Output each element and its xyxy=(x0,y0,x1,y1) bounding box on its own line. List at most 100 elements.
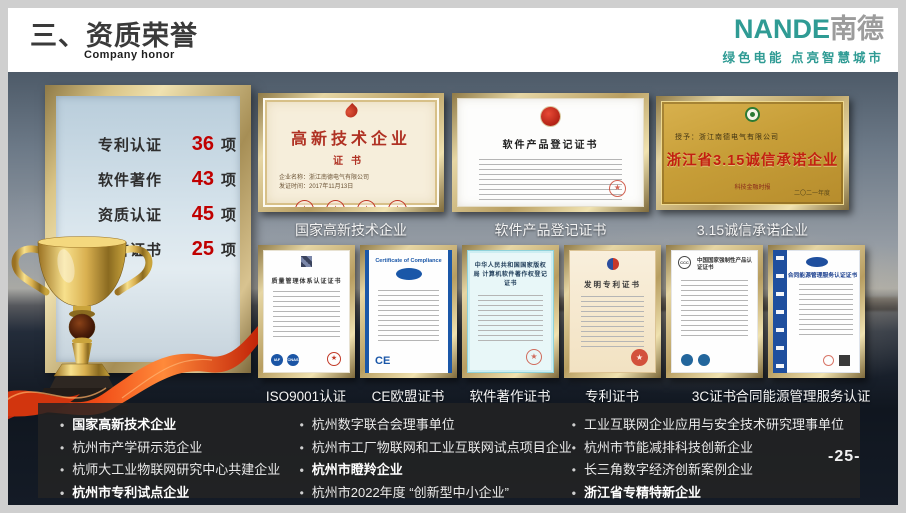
text-lines-decoration xyxy=(273,291,341,337)
honor-item: 杭州市2022年度 “创新型中小企业” xyxy=(300,482,572,505)
iaf-logo-icon: IAF xyxy=(271,354,283,366)
blue-band-decoration xyxy=(773,250,787,373)
stat-value: 43 xyxy=(184,168,214,191)
caption-software-product: 软件产品登记证书 xyxy=(452,220,649,240)
text-lines-decoration xyxy=(478,295,542,345)
mark-logo-icon xyxy=(698,354,710,366)
logo-wordmark: NANDE南德 xyxy=(723,14,884,44)
certificate-title: 中华人民共和国国家版权局 计算机软件著作权登记证书 xyxy=(467,262,554,289)
stat-unit: 项 xyxy=(221,137,236,154)
stat-unit: 项 xyxy=(221,207,236,224)
honor-item: 长三角数字经济创新案例企业 xyxy=(572,459,844,482)
stat-row-patents: 专利认证 36 项 xyxy=(98,133,240,156)
honors-column-3: 工业互联网企业应用与安全技术研究理事单位 杭州市节能减排科技创新企业 长三角数字… xyxy=(572,414,844,492)
caption-patent: 专利证书 xyxy=(585,385,639,405)
red-seal-icon xyxy=(388,200,407,207)
certificate-paper: 合同能源管理服务认证证书 xyxy=(773,250,860,373)
honors-column-1: 国家高新技术企业 杭州市产学研示范企业 杭师大工业物联网研究中心共建企业 杭州市… xyxy=(60,414,300,492)
award-line: 授予：浙江南德电气有限公司 xyxy=(661,132,844,142)
background-photo: 专利认证36项 软件著作43项 资质认证45项 荣誉证书25项 xyxy=(8,72,898,505)
certificate-footer-marks xyxy=(823,355,850,366)
text-lines-decoration xyxy=(681,280,747,336)
certificate-315-integrity: 授予：浙江南德电气有限公司 浙江省3.15诚信承诺企业 科技金融时报 二〇二一年… xyxy=(656,96,849,210)
caption-hitech: 国家高新技术企业 xyxy=(258,220,444,240)
certificate-paper: 发明专利证书 xyxy=(569,250,656,373)
slide-header: 三、资质荣誉 Company honor NANDE南德 绿色电能 点亮智慧城市 xyxy=(8,8,898,72)
plaque-footer-left: 科技金融时报 xyxy=(734,182,770,191)
honor-item: 国家高新技术企业 xyxy=(60,414,300,437)
honors-list-panel: 国家高新技术企业 杭州市产学研示范企业 杭师大工业物联网研究中心共建企业 杭州市… xyxy=(38,403,860,498)
certificate-title: 软件产品登记证书 xyxy=(457,136,644,151)
certificate-title: 高新技术企业 xyxy=(263,125,439,149)
text-lines-decoration xyxy=(799,284,853,336)
stat-label: 专利认证 xyxy=(98,134,172,155)
certificate-3c: CCC 中国国家强制性产品认证证书 xyxy=(666,245,763,378)
certificate-title: 浙江省3.15诚信承诺企业 xyxy=(661,149,844,170)
red-seal-icon xyxy=(823,355,834,366)
certificate-title: 发明专利证书 xyxy=(569,279,656,290)
certificate-paper: CCC 中国国家强制性产品认证证书 xyxy=(671,250,758,373)
certificate-field: 企业名称：浙江南德电气有限公司 xyxy=(279,174,423,183)
stat-unit: 项 xyxy=(221,172,236,189)
certificate-title: 中国国家强制性产品认证证书 xyxy=(697,258,754,272)
honor-item: 杭州市瞪羚企业 xyxy=(300,459,572,482)
certificate-subtitle: 证书 xyxy=(263,152,439,167)
caption-315: 3.15诚信承诺企业 xyxy=(656,220,849,240)
text-lines-decoration xyxy=(479,159,621,203)
honor-item: 杭州市工厂物联网和工业互联网试点项目企业 xyxy=(300,437,572,460)
certificate-ce: Certificate of Compliance CE xyxy=(360,245,457,378)
certificate-paper: 高新技术企业 证书 企业名称：浙江南德电气有限公司 发证时间：2017年11月1… xyxy=(263,98,439,207)
text-lines-decoration xyxy=(378,290,439,342)
ce-mark: CE xyxy=(375,355,390,367)
honor-item: 杭州市专利试点企业 xyxy=(60,482,300,505)
honors-column-2: 杭州数字联合会理事单位 杭州市工厂物联网和工业互联网试点项目企业 杭州市瞪羚企业… xyxy=(300,414,572,492)
caption-3c: 3C证书 xyxy=(692,385,736,405)
logo-brand-en: NANDE xyxy=(734,14,830,44)
red-seal-icon xyxy=(327,352,341,366)
certificate-paper: 质量管理体系认证证书 IAF CNAS xyxy=(263,250,350,373)
red-seal-icon xyxy=(609,180,626,197)
red-seal-icon xyxy=(295,200,314,207)
blue-emblem-icon xyxy=(806,257,828,267)
company-logo: NANDE南德 绿色电能 点亮智慧城市 xyxy=(723,14,884,66)
iso-emblem-icon xyxy=(301,256,312,267)
certificate-paper: 软件产品登记证书 xyxy=(457,98,644,207)
logo-tagline: 绿色电能 点亮智慧城市 xyxy=(723,47,884,66)
stat-value: 45 xyxy=(184,203,214,226)
qr-code-icon xyxy=(839,355,850,366)
cnas-logo-icon: CNAS xyxy=(287,354,299,366)
honor-item: 工业互联网企业应用与安全技术研究理事单位 xyxy=(572,414,844,437)
flame-logo-icon xyxy=(343,103,360,120)
caption-software-copyright: 软件著作证书 xyxy=(470,385,551,405)
red-seal-icon xyxy=(631,349,648,366)
honor-item: 杭州市节能减排科技创新企业 xyxy=(572,437,844,460)
stat-value: 36 xyxy=(184,133,214,156)
certificate-title: Certificate of Compliance xyxy=(365,258,452,264)
honor-item: 杭州市产学研示范企业 xyxy=(60,437,300,460)
red-seal-icon xyxy=(526,349,542,365)
page-title: 三、资质荣誉 xyxy=(30,14,198,53)
honor-item: 杭州数字联合会理事单位 xyxy=(300,414,572,437)
blue-emblem-icon xyxy=(396,268,422,280)
accreditation-marks xyxy=(681,354,710,366)
certificate-field: 发证时间：2017年11月13日 xyxy=(279,183,423,192)
honor-item: 杭师大工业物联网研究中心共建企业 xyxy=(60,459,300,482)
caption-energy: 合同能源管理服务认证 xyxy=(736,385,871,405)
certificate-hitech-enterprise: 高新技术企业 证书 企业名称：浙江南德电气有限公司 发证时间：2017年11月1… xyxy=(258,93,444,212)
seal-row xyxy=(263,200,439,207)
certificate-iso9001: 质量管理体系认证证书 IAF CNAS xyxy=(258,245,355,378)
screenshot-stage: 三、资质荣誉 Company honor NANDE南德 绿色电能 点亮智慧城市… xyxy=(0,0,906,513)
stat-row-qualifications: 资质认证45项 xyxy=(98,203,240,226)
certificate-paper: 中华人民共和国国家版权局 计算机软件著作权登记证书 xyxy=(467,250,554,373)
logo-brand-cn: 南德 xyxy=(830,14,884,44)
certificate-paper: Certificate of Compliance CE xyxy=(365,250,452,373)
green-badge-icon xyxy=(745,107,760,122)
honor-item: 浙江省专精特新企业 xyxy=(572,482,844,505)
red-seal-icon xyxy=(357,200,376,207)
patent-logo-icon xyxy=(607,258,619,270)
caption-iso9001: ISO9001认证 xyxy=(266,385,346,405)
certificate-energy-management: 合同能源管理服务认证证书 xyxy=(768,245,865,378)
presentation-slide: 三、资质荣誉 Company honor NANDE南德 绿色电能 点亮智慧城市… xyxy=(8,8,898,505)
certificate-fields: 企业名称：浙江南德电气有限公司 发证时间：2017年11月13日 xyxy=(263,174,439,192)
caption-ce: CE欧盟证书 xyxy=(372,385,445,405)
